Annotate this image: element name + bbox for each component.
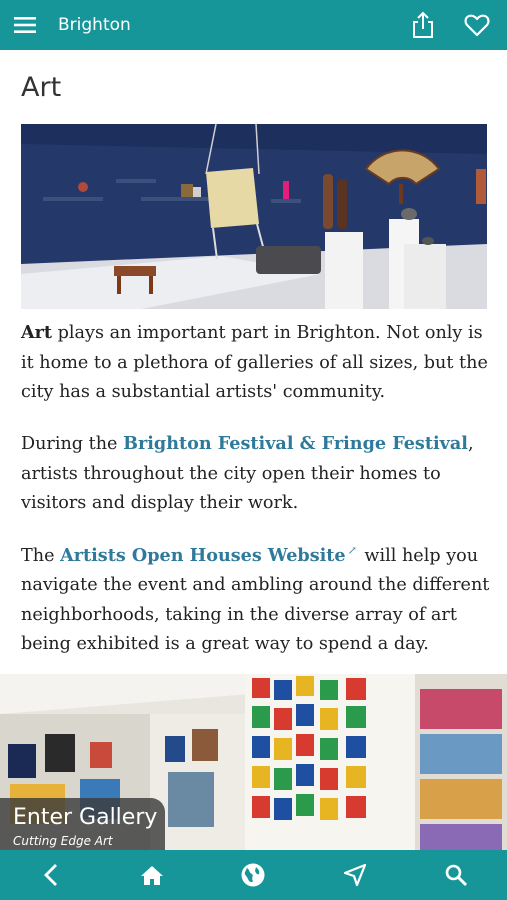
globe-button[interactable] <box>233 855 273 895</box>
external-link-icon: ↗ <box>347 544 357 557</box>
navigate-icon <box>343 863 366 887</box>
globe-icon <box>241 863 265 887</box>
gallery-subtitle: Cutting Edge Art <box>13 834 113 848</box>
search-button[interactable] <box>436 855 476 895</box>
gallery-banner[interactable]: Enter Gallery Cutting Edge Art <box>0 674 507 850</box>
bold-term: Art <box>21 322 53 343</box>
back-button[interactable] <box>31 855 71 895</box>
back-icon <box>43 864 57 886</box>
share-button[interactable] <box>407 9 439 41</box>
article-content[interactable]: Art Art plays an important part in Brigh… <box>0 50 507 850</box>
share-icon <box>413 11 433 38</box>
page-title: Art <box>21 72 62 103</box>
menu-icon <box>14 17 36 33</box>
navigate-button[interactable] <box>335 855 375 895</box>
heart-icon <box>464 14 490 37</box>
paragraph-text: During the <box>21 434 124 454</box>
favorite-button[interactable] <box>461 9 493 41</box>
paragraph-text: plays an important part in Brighton. Not… <box>21 323 488 402</box>
home-button[interactable] <box>132 855 172 895</box>
app-title: Brighton <box>58 15 131 35</box>
home-icon <box>141 866 164 885</box>
menu-button[interactable] <box>0 0 50 50</box>
gallery-label[interactable]: Enter Gallery Cutting Edge Art <box>0 798 165 850</box>
paragraph-intro: Art plays an important part in Brighton.… <box>21 318 491 408</box>
paragraph-open-houses: The Artists Open Houses Website ↗ will he… <box>21 536 491 660</box>
gallery-title: Enter Gallery <box>13 805 158 830</box>
search-icon <box>445 864 468 887</box>
festival-link[interactable]: Brighton Festival & Fringe Festival <box>123 433 468 454</box>
open-houses-link[interactable]: Artists Open Houses Website <box>60 545 346 566</box>
top-app-bar: Brighton <box>0 0 507 50</box>
bottom-nav <box>0 850 507 900</box>
paragraph-festival: During the Brighton Festival & Fringe Fe… <box>21 429 491 519</box>
hero-image <box>21 124 487 309</box>
paragraph-text: The <box>21 545 61 566</box>
